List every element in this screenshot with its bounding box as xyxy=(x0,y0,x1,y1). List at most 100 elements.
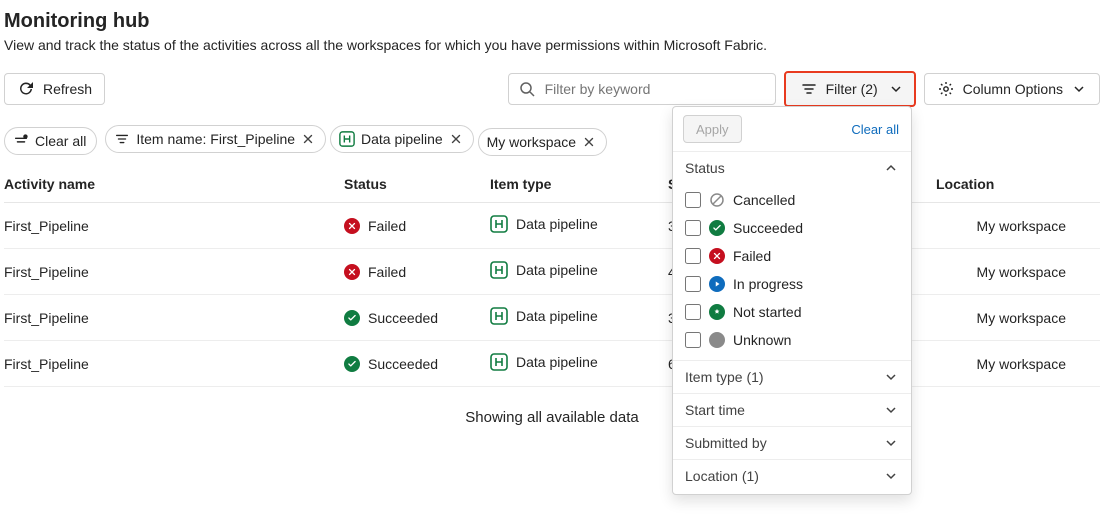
status-failed-icon xyxy=(344,218,360,234)
filter-section-status-label: Status xyxy=(685,160,725,176)
filter-status-options: Cancelled Succeeded Failed In progress N… xyxy=(673,184,911,360)
cell-location: My workspace xyxy=(936,341,1100,387)
status-success-icon xyxy=(344,356,360,372)
status-checkbox-inprogress[interactable] xyxy=(685,276,701,292)
activities-table: Activity name Status Item type Start Loc… xyxy=(4,166,1100,387)
search-icon xyxy=(519,81,535,97)
col-location[interactable]: Location xyxy=(936,166,1100,203)
chevron-down-icon xyxy=(888,81,904,97)
status-option-succeeded[interactable]: Succeeded xyxy=(685,214,899,242)
filter-clear-all-link[interactable]: Clear all xyxy=(851,122,899,137)
filter-section-start-time-label: Start time xyxy=(685,402,745,418)
cell-item-type: Data pipeline xyxy=(490,215,598,233)
status-option-unknown[interactable]: Unknown xyxy=(685,326,899,354)
clear-all-chip[interactable]: Clear all xyxy=(4,127,97,155)
cell-status: Failed xyxy=(344,264,406,280)
gear-icon xyxy=(937,80,955,98)
page-subtitle: View and track the status of the activit… xyxy=(4,37,1100,53)
status-succeeded-icon xyxy=(709,220,725,236)
pipeline-icon xyxy=(339,131,355,147)
filter-chip[interactable]: My workspace xyxy=(478,128,607,156)
cell-status: Failed xyxy=(344,218,406,234)
filter-section-location-label: Location (1) xyxy=(685,468,759,484)
column-options-label: Column Options xyxy=(963,81,1063,97)
table-row[interactable]: First_Pipeline Failed Data pipeline 4:15… xyxy=(4,249,1100,295)
cell-activity-name: First_Pipeline xyxy=(4,341,344,387)
status-checkbox-cancelled[interactable] xyxy=(685,192,701,208)
page-title: Monitoring hub xyxy=(4,10,1100,33)
column-options-button[interactable]: Column Options xyxy=(924,73,1100,105)
filter-apply-button[interactable]: Apply xyxy=(683,115,742,143)
status-option-label: Failed xyxy=(733,248,771,264)
status-checkbox-unknown[interactable] xyxy=(685,332,701,348)
chevron-down-icon xyxy=(883,435,899,451)
data-pipeline-icon xyxy=(490,353,508,371)
cell-activity-name: First_Pipeline xyxy=(4,203,344,249)
status-failed-icon xyxy=(344,264,360,280)
cell-activity-name: First_Pipeline xyxy=(4,295,344,341)
status-option-label: Unknown xyxy=(733,332,791,348)
chevron-down-icon xyxy=(883,468,899,484)
cell-location: My workspace xyxy=(936,295,1100,341)
filter-chip-label: Item name: First_Pipeline xyxy=(136,131,295,147)
table-row[interactable]: First_Pipeline Failed Data pipeline 3:40… xyxy=(4,203,1100,249)
chevron-down-icon xyxy=(883,402,899,418)
status-option-label: Not started xyxy=(733,304,801,320)
cell-activity-name: First_Pipeline xyxy=(4,249,344,295)
cell-status: Succeeded xyxy=(344,356,438,372)
status-failed-icon xyxy=(709,248,725,264)
status-success-icon xyxy=(344,310,360,326)
active-filters-row: Clear all Item name: First_Pipeline Data… xyxy=(4,125,1100,156)
status-checkbox-failed[interactable] xyxy=(685,248,701,264)
cell-item-type: Data pipeline xyxy=(490,261,598,279)
status-option-label: In progress xyxy=(733,276,803,292)
filter-chip[interactable]: Item name: First_Pipeline xyxy=(105,125,326,153)
status-option-label: Cancelled xyxy=(733,192,795,208)
col-activity-name[interactable]: Activity name xyxy=(4,166,344,203)
col-item-type[interactable]: Item type xyxy=(490,166,668,203)
remove-chip-icon[interactable] xyxy=(582,135,596,149)
filter-section-start-time[interactable]: Start time xyxy=(673,393,911,426)
filter-button[interactable]: Filter (2) xyxy=(784,71,916,107)
cell-item-type: Data pipeline xyxy=(490,307,598,325)
clear-all-label: Clear all xyxy=(35,133,86,149)
remove-chip-icon[interactable] xyxy=(449,132,463,146)
data-pipeline-icon xyxy=(490,307,508,325)
status-checkbox-succeeded[interactable] xyxy=(685,220,701,236)
refresh-label: Refresh xyxy=(43,81,92,97)
data-pipeline-icon xyxy=(490,261,508,279)
chevron-down-icon xyxy=(883,369,899,385)
status-notstarted-icon xyxy=(709,304,725,320)
col-status[interactable]: Status xyxy=(344,166,490,203)
table-row[interactable]: First_Pipeline Succeeded Data pipeline 6… xyxy=(4,341,1100,387)
status-option-notstarted[interactable]: Not started xyxy=(685,298,899,326)
filter-section-status[interactable]: Status xyxy=(673,151,911,184)
cell-location: My workspace xyxy=(936,203,1100,249)
refresh-button[interactable]: Refresh xyxy=(4,73,105,105)
filter-section-submitted-by[interactable]: Submitted by xyxy=(673,426,911,459)
keyword-search-input[interactable] xyxy=(543,80,765,98)
filter-section-item-type[interactable]: Item type (1) xyxy=(673,360,911,393)
keyword-search[interactable] xyxy=(508,73,776,105)
status-option-failed[interactable]: Failed xyxy=(685,242,899,270)
table-row[interactable]: First_Pipeline Succeeded Data pipeline 3… xyxy=(4,295,1100,341)
filter-chip[interactable]: Data pipeline xyxy=(330,125,474,153)
data-pipeline-icon xyxy=(490,215,508,233)
filter-chip-label: Data pipeline xyxy=(361,131,443,147)
table-footer-note: Showing all available data xyxy=(4,409,1100,426)
clear-filters-icon xyxy=(13,133,29,149)
status-checkbox-notstarted[interactable] xyxy=(685,304,701,320)
filter-icon xyxy=(800,80,818,98)
cell-location: My workspace xyxy=(936,249,1100,295)
refresh-icon xyxy=(17,80,35,98)
filter-chip-label: My workspace xyxy=(487,134,576,150)
filter-label: Filter (2) xyxy=(826,81,878,97)
cell-item-type: Data pipeline xyxy=(490,353,598,371)
filter-panel: Apply Clear all Status Cancelled Succeed… xyxy=(672,106,912,495)
status-option-cancelled[interactable]: Cancelled xyxy=(685,186,899,214)
filter-section-submitted-by-label: Submitted by xyxy=(685,435,767,451)
remove-chip-icon[interactable] xyxy=(301,132,315,146)
status-option-inprogress[interactable]: In progress xyxy=(685,270,899,298)
filter-section-location[interactable]: Location (1) xyxy=(673,459,911,492)
cell-status: Succeeded xyxy=(344,310,438,326)
